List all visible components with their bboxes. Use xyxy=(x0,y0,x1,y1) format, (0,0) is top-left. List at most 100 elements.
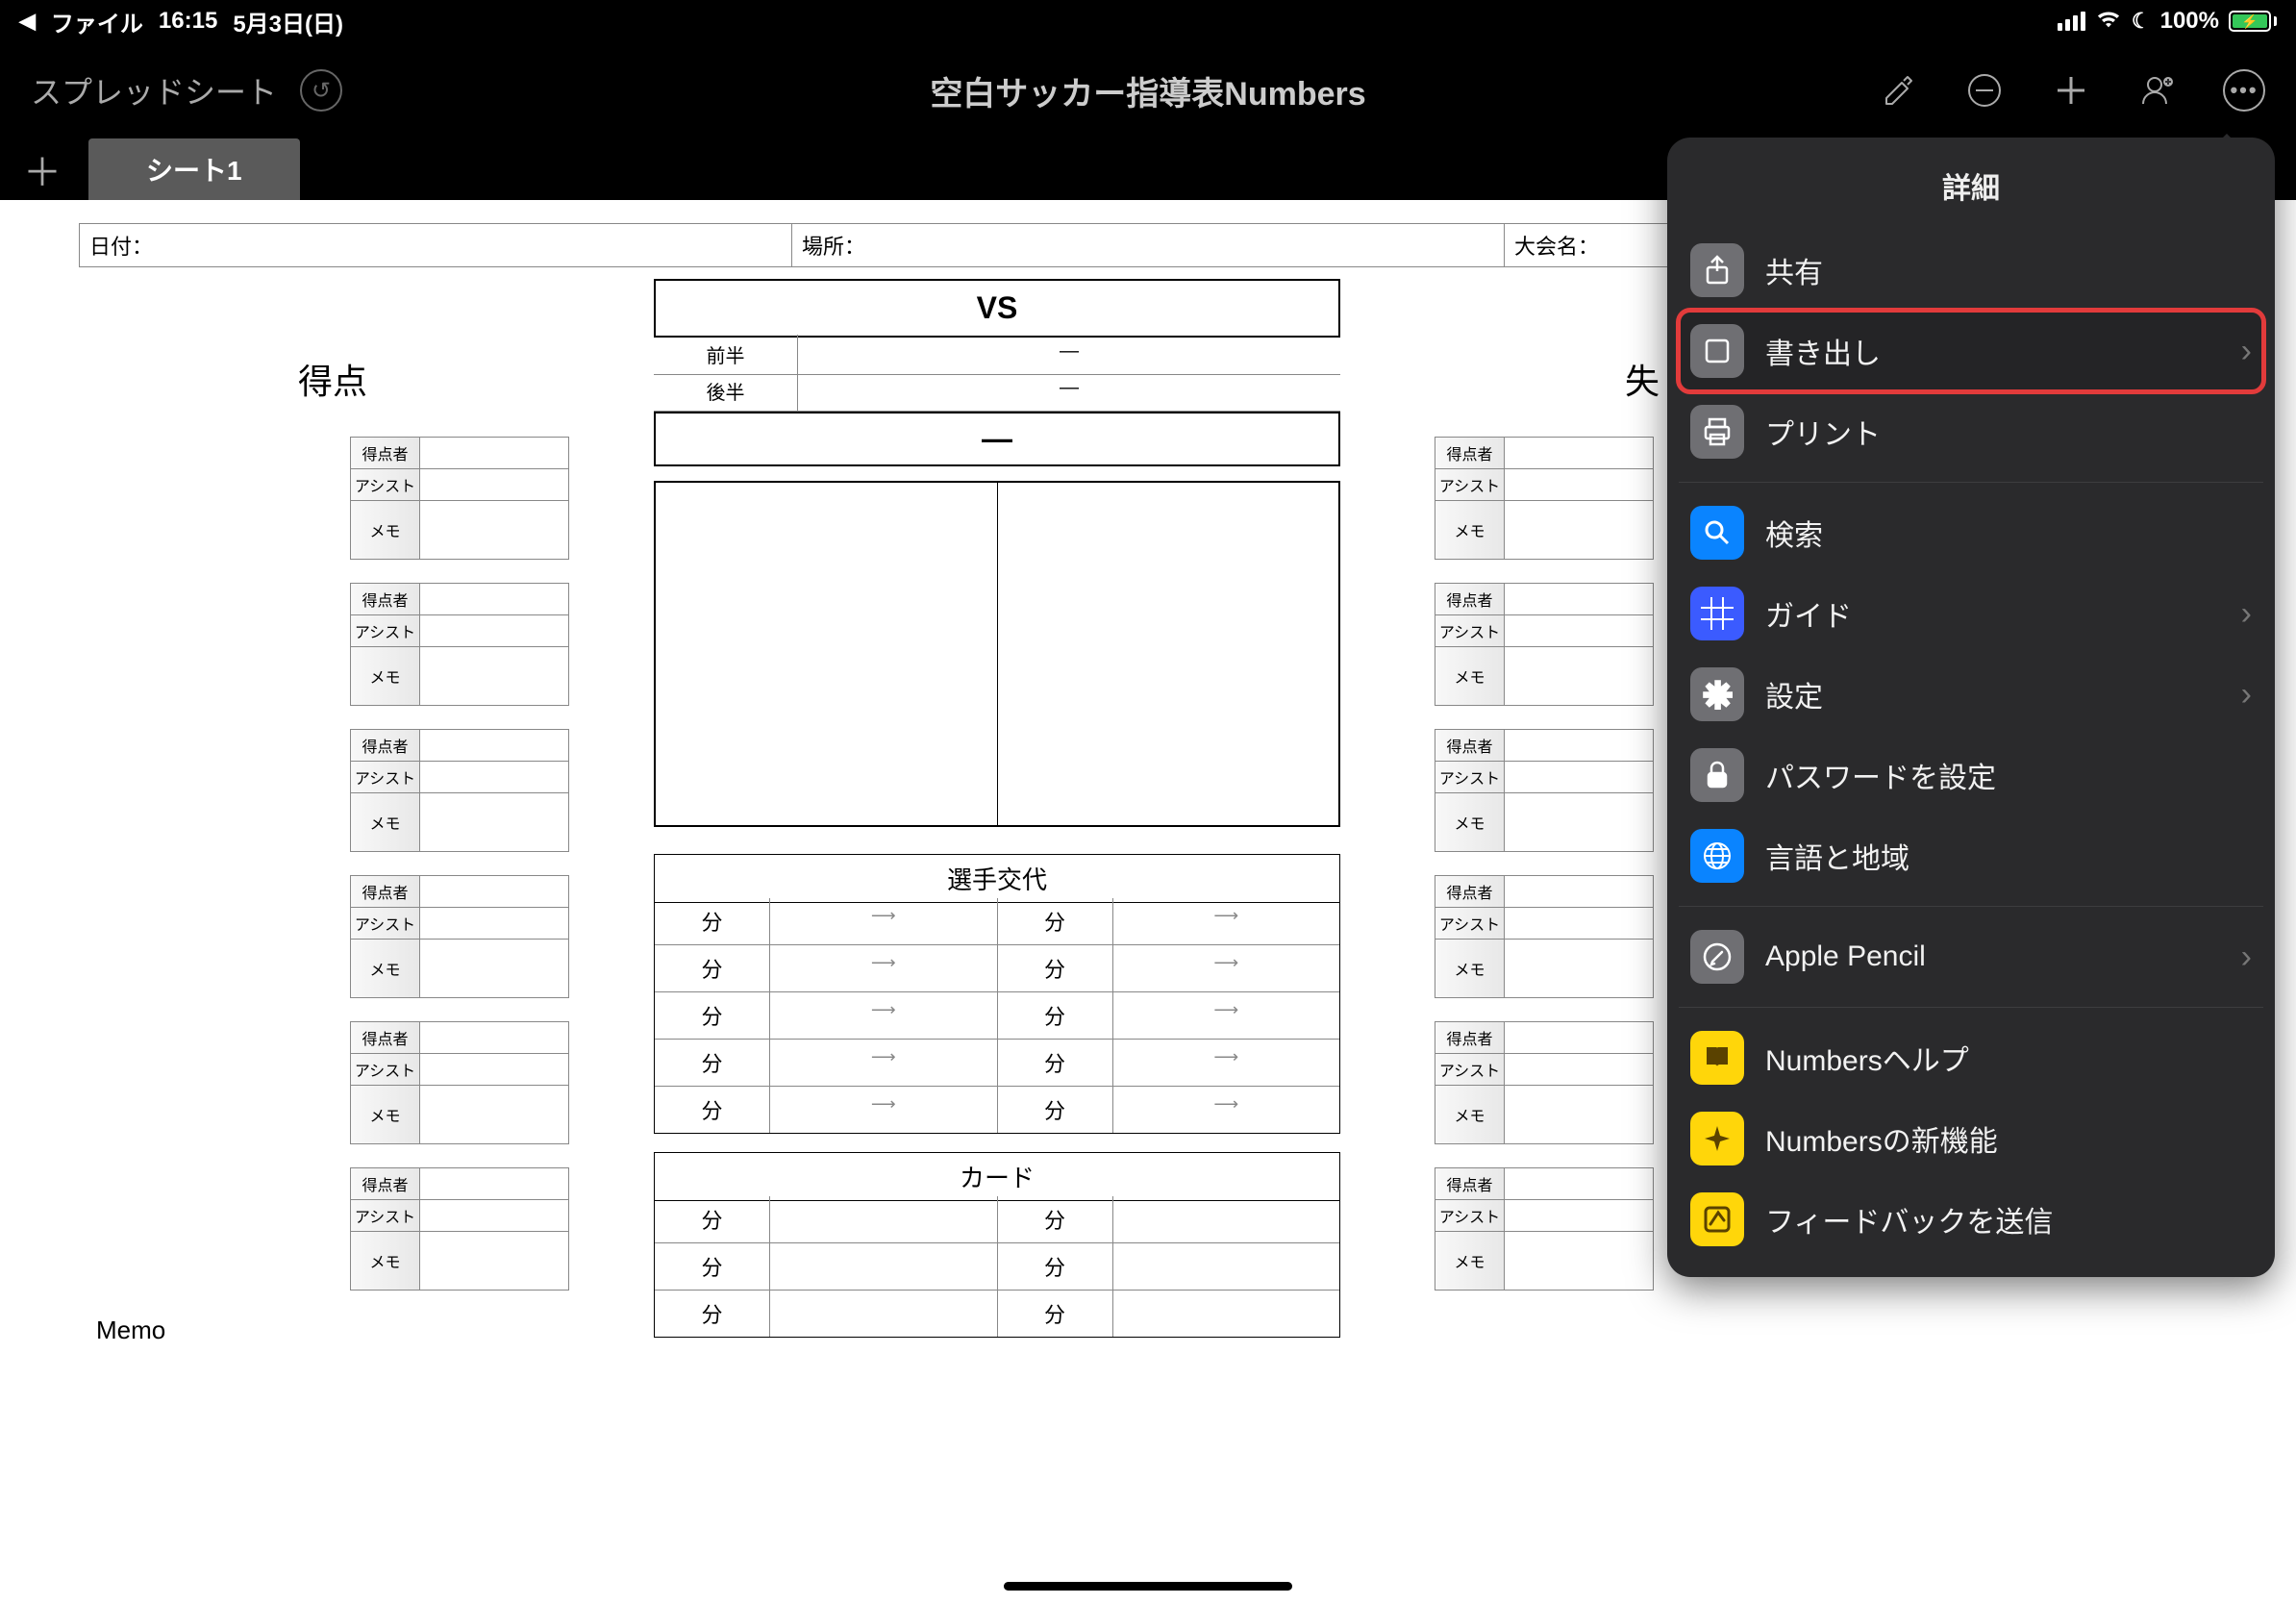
back-to-app-label[interactable]: ファイル xyxy=(51,5,143,38)
score-card[interactable]: 得点者アシストメモ xyxy=(1435,729,1654,852)
card-min[interactable]: 分 xyxy=(655,1243,770,1290)
pencil-icon xyxy=(1690,930,1744,984)
score-card[interactable]: 得点者アシストメモ xyxy=(350,1021,569,1144)
memo-label: メモ xyxy=(351,793,420,851)
card-min[interactable]: 分 xyxy=(655,1196,770,1242)
sub-min[interactable]: 分 xyxy=(998,1040,1113,1086)
card-min[interactable]: 分 xyxy=(998,1291,1113,1337)
menu-export-label: 書き出し xyxy=(1765,330,2220,372)
sheet-tab-1[interactable]: シート1 xyxy=(88,138,300,200)
home-indicator[interactable] xyxy=(1004,1582,1292,1591)
assist-label: アシスト xyxy=(351,469,420,500)
menu-guide[interactable]: ガイド › xyxy=(1679,573,2263,654)
menu-whatsnew-label: Numbersの新機能 xyxy=(1765,1117,2252,1160)
menu-search[interactable]: 検索 xyxy=(1679,492,2263,573)
menu-share[interactable]: 共有 xyxy=(1679,230,2263,311)
back-button[interactable]: スプレッドシート xyxy=(31,68,277,113)
score-card[interactable]: 得点者アシストメモ xyxy=(350,583,569,706)
menu-password[interactable]: パスワードを設定 xyxy=(1679,735,2263,815)
lock-icon xyxy=(1690,748,1744,802)
insert-button[interactable] xyxy=(2050,69,2092,112)
cards-table[interactable]: 分分 分分 分分 xyxy=(654,1196,1340,1338)
menu-apple-pencil[interactable]: Apple Pencil › xyxy=(1679,916,2263,997)
first-half-value[interactable]: — xyxy=(798,335,1340,374)
menu-feedback-label: フィードバックを送信 xyxy=(1765,1198,2252,1241)
sub-arrow[interactable]: ⟶ xyxy=(770,1040,998,1086)
add-sheet-button[interactable]: ＋ xyxy=(0,138,85,200)
export-icon xyxy=(1690,324,1744,378)
field-diagram[interactable] xyxy=(654,481,1340,827)
sub-min[interactable]: 分 xyxy=(655,945,770,991)
sub-arrow[interactable]: ⟶ xyxy=(770,898,998,944)
menu-language[interactable]: 言語と地域 xyxy=(1679,815,2263,896)
lost-heading: 失 xyxy=(1625,354,1660,404)
score-card[interactable]: 得点者アシストメモ xyxy=(350,437,569,560)
card-cell[interactable] xyxy=(1113,1243,1340,1290)
card-cell[interactable] xyxy=(770,1243,998,1290)
menu-feedback[interactable]: フィードバックを送信 xyxy=(1679,1179,2263,1260)
more-button[interactable]: ••• xyxy=(2223,69,2265,112)
menu-export[interactable]: 書き出し › xyxy=(1679,311,2263,391)
comment-icon[interactable] xyxy=(1963,69,2006,112)
second-half-value[interactable]: — xyxy=(798,371,1340,411)
collaborate-icon[interactable] xyxy=(2136,69,2179,112)
dnd-moon-icon: ☾ xyxy=(2132,9,2151,34)
card-min[interactable]: 分 xyxy=(998,1243,1113,1290)
sub-min[interactable]: 分 xyxy=(998,898,1113,944)
back-to-app-caret[interactable]: ◀ xyxy=(19,9,36,34)
substitution-table[interactable]: 分⟶分⟶ 分⟶分⟶ 分⟶分⟶ 分⟶分⟶ 分⟶分⟶ xyxy=(654,898,1340,1134)
sub-arrow[interactable]: ⟶ xyxy=(1113,945,1340,991)
sub-min[interactable]: 分 xyxy=(655,898,770,944)
score-card[interactable]: 得点者アシストメモ xyxy=(1435,583,1654,706)
memo-label: メモ xyxy=(1435,1232,1505,1290)
score-card[interactable]: 得点者アシストメモ xyxy=(350,875,569,998)
card-cell[interactable] xyxy=(770,1291,998,1337)
score-card[interactable]: 得点者アシストメモ xyxy=(1435,437,1654,560)
undo-button[interactable]: ↺ xyxy=(300,69,342,112)
card-cell[interactable] xyxy=(1113,1291,1340,1337)
card-cell[interactable] xyxy=(770,1196,998,1242)
sub-min[interactable]: 分 xyxy=(655,992,770,1039)
wifi-icon xyxy=(2095,8,2122,36)
sub-arrow[interactable]: ⟶ xyxy=(1113,1087,1340,1133)
memo-label: メモ xyxy=(351,940,420,997)
sub-min[interactable]: 分 xyxy=(998,992,1113,1039)
score-card[interactable]: 得点者アシストメモ xyxy=(350,729,569,852)
first-half-row[interactable]: 前半 — xyxy=(654,335,1340,375)
format-brush-icon[interactable] xyxy=(1877,69,1919,112)
menu-settings[interactable]: 設定 › xyxy=(1679,654,2263,735)
second-half-row[interactable]: 後半 — xyxy=(654,371,1340,412)
menu-help[interactable]: Numbersヘルプ xyxy=(1679,1017,2263,1098)
help-icon xyxy=(1690,1031,1744,1085)
title-bar: スプレッドシート ↺ 空白サッカー指導表Numbers ••• xyxy=(0,42,2296,138)
sub-arrow[interactable]: ⟶ xyxy=(770,945,998,991)
info-place[interactable]: 場所： xyxy=(792,224,1505,266)
sub-min[interactable]: 分 xyxy=(998,945,1113,991)
sub-arrow[interactable]: ⟶ xyxy=(770,1087,998,1133)
memo-label: メモ xyxy=(1435,940,1505,997)
info-date[interactable]: 日付： xyxy=(80,224,792,266)
sub-min[interactable]: 分 xyxy=(998,1087,1113,1133)
sub-min[interactable]: 分 xyxy=(655,1040,770,1086)
score-card[interactable]: 得点者アシストメモ xyxy=(1435,875,1654,998)
menu-help-label: Numbersヘルプ xyxy=(1765,1037,2252,1079)
sub-arrow[interactable]: ⟶ xyxy=(1113,992,1340,1039)
assist-label: アシスト xyxy=(351,1200,420,1231)
sub-arrow[interactable]: ⟶ xyxy=(1113,1040,1340,1086)
score-card[interactable]: 得点者アシストメモ xyxy=(1435,1167,1654,1291)
total-row[interactable]: — xyxy=(654,412,1340,466)
score-card[interactable]: 得点者アシストメモ xyxy=(1435,1021,1654,1144)
card-min[interactable]: 分 xyxy=(655,1291,770,1337)
document-title[interactable]: 空白サッカー指導表Numbers xyxy=(930,67,1365,114)
card-min[interactable]: 分 xyxy=(998,1196,1113,1242)
card-cell[interactable] xyxy=(1113,1196,1340,1242)
sub-arrow[interactable]: ⟶ xyxy=(1113,898,1340,944)
memo-label: メモ xyxy=(351,501,420,559)
chevron-right-icon: › xyxy=(2241,939,2252,976)
score-card[interactable]: 得点者アシストメモ xyxy=(350,1167,569,1291)
menu-whatsnew[interactable]: Numbersの新機能 xyxy=(1679,1098,2263,1179)
sub-arrow[interactable]: ⟶ xyxy=(770,992,998,1039)
menu-print[interactable]: プリント xyxy=(1679,391,2263,472)
vs-header[interactable]: VS xyxy=(654,279,1340,338)
sub-min[interactable]: 分 xyxy=(655,1087,770,1133)
